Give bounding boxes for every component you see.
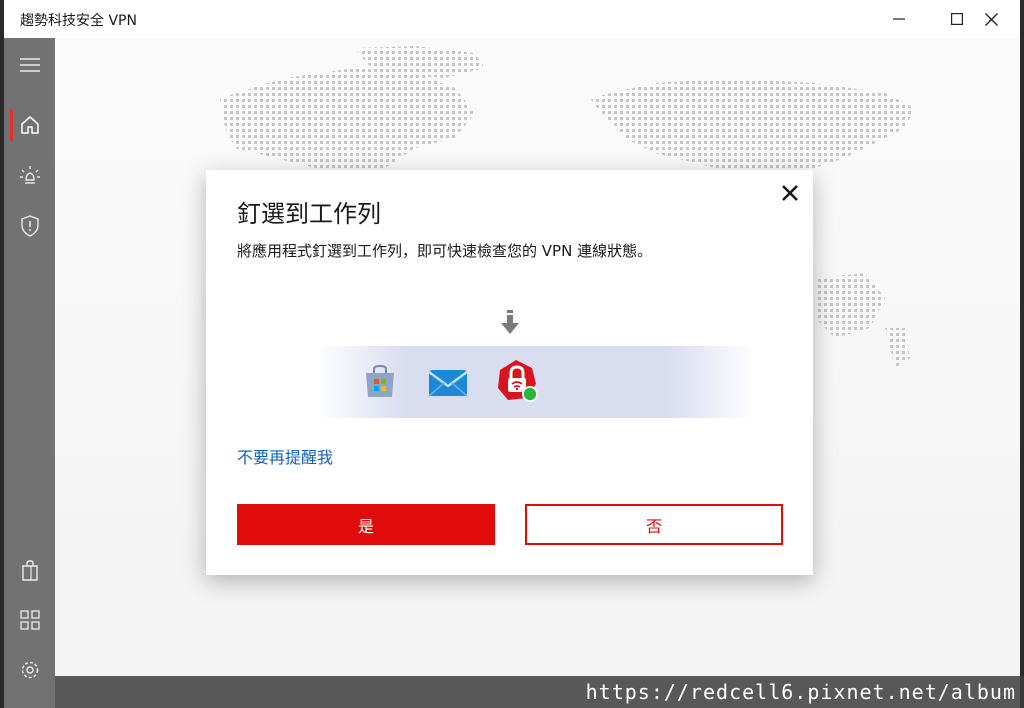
window-close-button[interactable]: [962, 0, 1020, 38]
dont-remind-me-link[interactable]: 不要再提醒我: [237, 444, 333, 468]
no-button[interactable]: 否: [525, 504, 783, 545]
window-title: 趨勢科技安全 VPN: [20, 13, 137, 29]
taskbar-illustration: [316, 346, 756, 418]
minimize-button[interactable]: [870, 0, 928, 38]
watermark-text: https://redcell6.pixnet.net/album: [585, 680, 1016, 704]
arrow-down-icon: [501, 310, 519, 334]
mail-icon: [428, 370, 468, 397]
close-icon: [984, 12, 998, 26]
close-icon: [782, 185, 798, 201]
title-bar[interactable]: 趨勢科技安全 VPN: [4, 0, 1020, 38]
app-window: 趨勢科技安全 VPN 釘選到工作列 將應用程式釘選到工作列，即可快速檢查您的 V…: [4, 0, 1020, 708]
trend-vpn-icon: [498, 360, 538, 402]
dialog-close-button[interactable]: [778, 181, 802, 205]
yes-button[interactable]: 是: [237, 504, 495, 545]
dialog-description: 將應用程式釘選到工作列，即可快速檢查您的 VPN 連線狀態。: [237, 242, 653, 260]
pin-to-taskbar-dialog: 釘選到工作列 將應用程式釘選到工作列，即可快速檢查您的 VPN 連線狀態。 不要…: [206, 170, 813, 575]
dialog-title: 釘選到工作列: [237, 200, 381, 228]
watermark-bar: https://redcell6.pixnet.net/album: [55, 676, 1024, 708]
store-icon: [366, 364, 394, 397]
minimize-icon: [893, 18, 905, 20]
